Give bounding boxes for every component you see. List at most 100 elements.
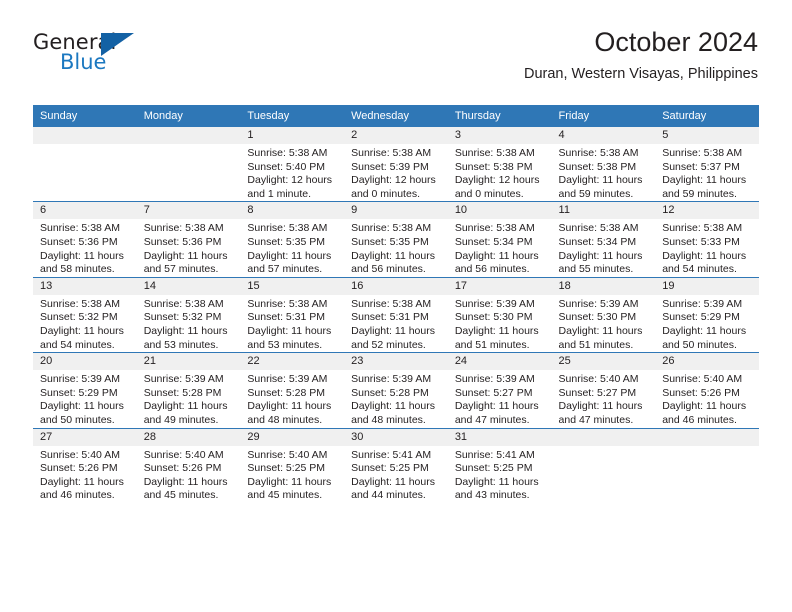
daylight-text: Daylight: 11 hours and 52 minutes.	[351, 324, 435, 351]
day-details: Sunrise: 5:40 AM Sunset: 5:26 PM Daylight:…	[33, 446, 137, 503]
sunset-text: Sunset: 5:29 PM	[662, 311, 740, 324]
weekday-header-monday: Monday	[136, 105, 241, 127]
sunset-text: Sunset: 5:37 PM	[662, 160, 740, 173]
sunset-text: Sunset: 5:26 PM	[40, 462, 118, 475]
sunrise-text: Sunrise: 5:38 AM	[40, 222, 120, 235]
calendar-day-cell[interactable]: 10 Sunrise: 5:38 AM Sunset: 5:34 PM Dayligh…	[447, 201, 552, 278]
sunset-text: Sunset: 5:35 PM	[247, 235, 326, 248]
general-blue-logo[interactable]: General Blue	[33, 30, 153, 86]
day-number: 19	[655, 277, 759, 295]
sunrise-text: Sunrise: 5:38 AM	[558, 147, 639, 159]
sunrise-text: Sunrise: 5:39 AM	[662, 297, 743, 310]
sunrise-text: Sunrise: 5:38 AM	[247, 147, 328, 159]
day-details: Sunrise: 5:38 AM Sunset: 5:35 PM Daylight:…	[344, 219, 448, 276]
calendar-day-cell[interactable]: 7 Sunrise: 5:38 AM Sunset: 5:36 PM Daylight…	[136, 201, 241, 278]
title-block: October 2024 Duran, Western Visayas, Phi…	[524, 26, 758, 84]
day-details: Sunrise: 5:38 AM Sunset: 5:33 PM Daylight:…	[655, 219, 759, 276]
day-details: Sunrise: 5:38 AM Sunset: 5:38 PM Daylight:…	[448, 144, 552, 201]
calendar-day-cell[interactable]: 3 Sunrise: 5:38 AM Sunset: 5:38 PM Daylight…	[447, 127, 552, 202]
calendar-day-cell[interactable]: 17 Sunrise: 5:39 AM Sunset: 5:30 PM Dayligh…	[447, 276, 552, 353]
day-number	[655, 428, 759, 446]
calendar-day-cell[interactable]: 26 Sunrise: 5:40 AM Sunset: 5:26 PM Dayligh…	[655, 352, 759, 428]
day-details: Sunrise: 5:38 AM Sunset: 5:34 PM Daylight:…	[448, 219, 552, 276]
calendar-day-cell[interactable]: 29 Sunrise: 5:40 AM Sunset: 5:25 PM Dayligh…	[240, 427, 345, 503]
calendar-day-cell[interactable]: 19 Sunrise: 5:39 AM Sunset: 5:29 PM Dayligh…	[655, 276, 759, 353]
sunrise-text: Sunrise: 5:38 AM	[351, 222, 432, 235]
day-details: Sunrise: 5:38 AM Sunset: 5:37 PM Daylight:…	[655, 144, 759, 201]
calendar-day-cell[interactable]: 13 Sunrise: 5:38 AM Sunset: 5:32 PM Dayligh…	[33, 276, 137, 353]
calendar-day-cell[interactable]: 14 Sunrise: 5:38 AM Sunset: 5:32 PM Dayligh…	[136, 276, 241, 353]
day-number: 12	[655, 202, 759, 220]
calendar-day-cell[interactable]: 24 Sunrise: 5:39 AM Sunset: 5:27 PM Dayligh…	[447, 352, 552, 428]
day-details: Sunrise: 5:39 AM Sunset: 5:28 PM Daylight:…	[137, 370, 241, 427]
sunset-text: Sunset: 5:33 PM	[662, 235, 740, 248]
calendar-page: General Blue October 2024 Duran, Western…	[0, 0, 792, 612]
daylight-text: Daylight: 11 hours and 47 minutes.	[454, 400, 539, 426]
day-number: 22	[240, 353, 345, 371]
day-number	[136, 127, 241, 144]
calendar-day-cell[interactable]: 9 Sunrise: 5:38 AM Sunset: 5:35 PM Daylight…	[344, 201, 448, 278]
calendar-day-cell[interactable]: 11 Sunrise: 5:38 AM Sunset: 5:34 PM Dayligh…	[551, 201, 656, 278]
sunset-text: Sunset: 5:38 PM	[454, 160, 533, 173]
day-details: Sunrise: 5:39 AM Sunset: 5:30 PM Daylight:…	[552, 295, 656, 352]
sunrise-text: Sunrise: 5:38 AM	[351, 297, 432, 310]
sunset-text: Sunset: 5:36 PM	[143, 235, 222, 248]
calendar-day-cell[interactable]: 28 Sunrise: 5:40 AM Sunset: 5:26 PM Dayligh…	[136, 427, 241, 503]
sunset-text: Sunset: 5:25 PM	[247, 462, 326, 475]
sunrise-text: Sunrise: 5:38 AM	[454, 222, 535, 235]
daylight-text: Daylight: 11 hours and 53 minutes.	[143, 324, 228, 351]
sunset-text: Sunset: 5:28 PM	[247, 386, 326, 399]
calendar-day-cell[interactable]: 31 Sunrise: 5:41 AM Sunset: 5:25 PM Dayligh…	[447, 427, 552, 503]
calendar-day-cell[interactable]: 23 Sunrise: 5:39 AM Sunset: 5:28 PM Dayligh…	[344, 352, 448, 428]
calendar-day-cell[interactable]: 12 Sunrise: 5:38 AM Sunset: 5:33 PM Dayligh…	[655, 201, 759, 278]
weekday-header-wednesday: Wednesday	[344, 105, 448, 127]
calendar-day-cell[interactable]: 30 Sunrise: 5:41 AM Sunset: 5:25 PM Dayligh…	[344, 427, 448, 503]
daylight-text: Daylight: 11 hours and 53 minutes.	[247, 324, 332, 351]
day-number: 21	[136, 353, 241, 371]
day-number: 23	[344, 353, 448, 371]
page-title: October 2024	[594, 27, 758, 57]
day-details: Sunrise: 5:40 AM Sunset: 5:27 PM Daylight:…	[552, 370, 656, 427]
calendar-day-cell[interactable]: 8 Sunrise: 5:38 AM Sunset: 5:35 PM Daylight…	[240, 201, 345, 278]
calendar-week-row: 27 Sunrise: 5:40 AM Sunset: 5:26 PM Dayligh…	[33, 427, 759, 503]
calendar-day-cell[interactable]: 5 Sunrise: 5:38 AM Sunset: 5:37 PM Daylight…	[655, 127, 759, 202]
calendar-day-cell[interactable]: 15 Sunrise: 5:38 AM Sunset: 5:31 PM Dayligh…	[240, 276, 345, 353]
page-header: General Blue October 2024 Duran, Western…	[33, 26, 758, 96]
sunset-text: Sunset: 5:27 PM	[558, 386, 637, 399]
day-number: 26	[655, 353, 759, 371]
calendar-day-cell[interactable]: 6 Sunrise: 5:38 AM Sunset: 5:36 PM Daylight…	[33, 201, 137, 278]
logo-text-blue: Blue	[60, 50, 107, 74]
day-details: Sunrise: 5:38 AM Sunset: 5:32 PM Daylight:…	[137, 295, 241, 352]
calendar-day-cell[interactable]: 4 Sunrise: 5:38 AM Sunset: 5:38 PM Daylight…	[551, 127, 656, 202]
daylight-text: Daylight: 11 hours and 43 minutes.	[454, 475, 539, 502]
sunset-text: Sunset: 5:25 PM	[351, 462, 429, 475]
weekday-header-tuesday: Tuesday	[240, 105, 345, 127]
sunrise-text: Sunrise: 5:39 AM	[40, 373, 120, 386]
calendar-day-cell[interactable]: 1 Sunrise: 5:38 AM Sunset: 5:40 PM Daylight…	[240, 127, 345, 202]
sunset-text: Sunset: 5:38 PM	[558, 160, 637, 173]
day-details: Sunrise: 5:38 AM Sunset: 5:40 PM Daylight:…	[240, 144, 344, 201]
calendar-day-cell[interactable]: 16 Sunrise: 5:38 AM Sunset: 5:31 PM Dayligh…	[344, 276, 448, 353]
sunset-text: Sunset: 5:25 PM	[454, 462, 533, 475]
sunset-text: Sunset: 5:39 PM	[351, 160, 429, 173]
calendar-cell-empty	[33, 127, 137, 202]
sunset-text: Sunset: 5:30 PM	[454, 311, 533, 324]
calendar-day-cell[interactable]: 18 Sunrise: 5:39 AM Sunset: 5:30 PM Dayligh…	[551, 276, 656, 353]
day-number: 27	[33, 428, 137, 446]
calendar-day-cell[interactable]: 2 Sunrise: 5:38 AM Sunset: 5:39 PM Daylight…	[344, 127, 448, 202]
day-number	[33, 127, 137, 144]
day-details: Sunrise: 5:38 AM Sunset: 5:34 PM Daylight:…	[552, 219, 656, 276]
day-number: 18	[551, 277, 656, 295]
calendar-header-row: Sunday Monday Tuesday Wednesday Thursday…	[33, 105, 759, 127]
sunset-text: Sunset: 5:34 PM	[454, 235, 533, 248]
calendar-day-cell[interactable]: 25 Sunrise: 5:40 AM Sunset: 5:27 PM Dayligh…	[551, 352, 656, 428]
calendar-day-cell[interactable]: 20 Sunrise: 5:39 AM Sunset: 5:29 PM Dayligh…	[33, 352, 137, 428]
daylight-text: Daylight: 11 hours and 56 minutes.	[454, 249, 539, 276]
calendar-day-cell[interactable]: 22 Sunrise: 5:39 AM Sunset: 5:28 PM Dayligh…	[240, 352, 345, 428]
sunrise-text: Sunrise: 5:39 AM	[143, 373, 224, 386]
calendar-day-cell[interactable]: 21 Sunrise: 5:39 AM Sunset: 5:28 PM Dayligh…	[136, 352, 241, 428]
calendar-day-cell[interactable]: 27 Sunrise: 5:40 AM Sunset: 5:26 PM Dayligh…	[33, 427, 137, 503]
sunrise-text: Sunrise: 5:40 AM	[662, 373, 743, 386]
day-number: 25	[551, 353, 656, 371]
daylight-text: Daylight: 11 hours and 50 minutes.	[662, 324, 747, 351]
